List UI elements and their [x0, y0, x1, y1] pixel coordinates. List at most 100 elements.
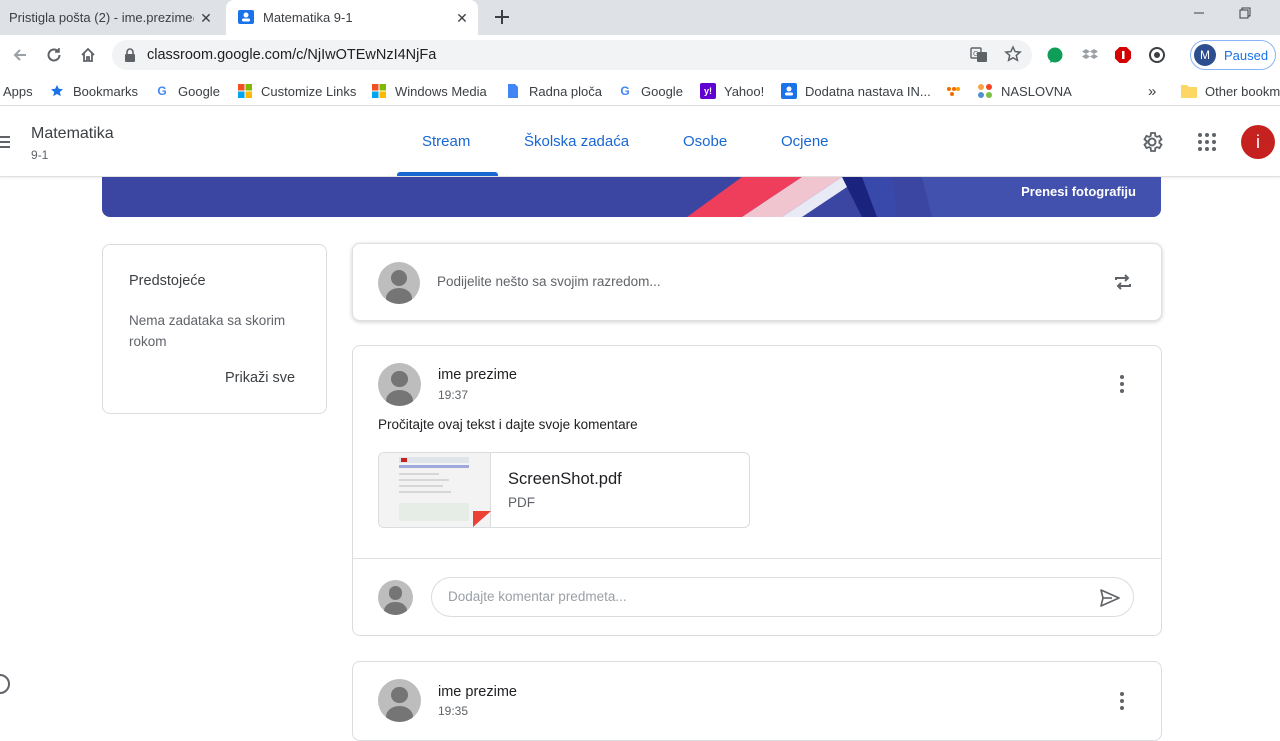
svg-text:G: G	[973, 50, 978, 58]
reload-icon[interactable]	[42, 43, 66, 67]
bookmark-label: Windows Media	[395, 83, 487, 99]
extension-green-icon[interactable]	[1045, 45, 1065, 65]
main-menu-icon[interactable]	[0, 135, 10, 149]
bookmark-yahoo[interactable]: y! Yahoo!	[700, 81, 764, 101]
tab-stream[interactable]: Stream	[422, 133, 470, 150]
bookmark-label: Apps	[3, 83, 33, 99]
bookmark-label: Other bookm	[1205, 83, 1280, 99]
windows-logo-icon	[237, 83, 253, 99]
bookmark-label: Customize Links	[261, 83, 357, 99]
share-box[interactable]: Podijelite nešto sa svojim razredom...	[352, 243, 1162, 321]
classroom-header: Matematika 9-1 Stream Školska zadaća Oso…	[0, 107, 1280, 177]
bookmarks-bar: Apps Bookmarks G Google Customize Links …	[0, 75, 1280, 106]
divider	[353, 558, 1161, 559]
home-icon[interactable]	[76, 43, 100, 67]
url-text: classroom.google.com/c/NjIwOTEwNzI4NjFa	[147, 47, 437, 63]
avatar	[378, 580, 413, 615]
tab-title: Pristigla pošta (2) - ime.prezime@	[9, 10, 194, 25]
upcoming-title: Predstojeće	[129, 273, 206, 289]
close-tab-icon[interactable]: ✕	[454, 10, 470, 26]
minimize-icon[interactable]	[1189, 6, 1209, 26]
bookmark-google-2[interactable]: G Google	[617, 81, 683, 101]
user-avatar[interactable]: i	[1241, 125, 1275, 159]
post-author: ime prezime	[438, 367, 517, 383]
new-tab-icon[interactable]	[492, 7, 512, 27]
bookmarks-overflow-icon[interactable]: »	[1148, 81, 1156, 101]
bookmark-google[interactable]: G Google	[154, 81, 220, 101]
bookmark-customize-links[interactable]: Customize Links	[237, 81, 356, 101]
adblock-icon[interactable]	[1113, 45, 1133, 65]
google-icon: G	[157, 84, 167, 98]
comment-placeholder: Dodajte komentar predmeta...	[448, 589, 627, 604]
bookmark-label: Dodatna nastava IN...	[805, 83, 931, 99]
restore-icon[interactable]	[1235, 6, 1255, 26]
post-time: 19:37	[438, 388, 469, 402]
classroom-favicon-icon	[238, 10, 254, 24]
comment-input[interactable]: Dodajte komentar predmeta...	[431, 577, 1134, 617]
banner-illustration	[687, 177, 1161, 217]
browser-toolbar: classroom.google.com/c/NjIwOTEwNzI4NjFa …	[0, 35, 1280, 75]
avatar	[378, 679, 421, 722]
bookmark-radna-ploca[interactable]: Radna ploča	[505, 81, 602, 101]
bookmark-orange[interactable]	[945, 81, 969, 101]
address-bar[interactable]: classroom.google.com/c/NjIwOTEwNzI4NjFa …	[112, 40, 1032, 70]
dropbox-icon[interactable]	[1080, 45, 1100, 65]
tab-title: Matematika 9-1	[263, 10, 353, 25]
avatar	[378, 363, 421, 406]
attachment-type: PDF	[508, 495, 535, 510]
bookmark-windows-media[interactable]: Windows Media	[371, 81, 487, 101]
stream-post: ime prezime 19:37 Pročitajte ovaj tekst …	[352, 345, 1162, 636]
bookmark-dodatna-nastava[interactable]: Dodatna nastava IN...	[781, 81, 931, 101]
upcoming-card: Predstojeće Nema zadataka sa skorim roko…	[102, 244, 327, 414]
bookmark-apps[interactable]: Apps	[3, 81, 33, 101]
browser-tab-strip: Pristigla pošta (2) - ime.prezime@ ✕ Mat…	[0, 0, 1280, 35]
history-extension-icon[interactable]	[1147, 45, 1167, 65]
folder-icon	[1181, 83, 1197, 99]
bookmark-label: Bookmarks	[73, 83, 139, 99]
attachment-card[interactable]: ScreenShot.pdf PDF	[378, 452, 750, 528]
repost-icon[interactable]	[1112, 271, 1134, 293]
profile-paused-button[interactable]: M Paused	[1190, 40, 1276, 70]
close-tab-icon[interactable]: ✕	[198, 10, 214, 26]
joomla-icon	[977, 83, 993, 99]
lock-icon	[124, 48, 136, 67]
help-icon[interactable]	[0, 674, 10, 694]
post-menu-icon[interactable]	[1110, 689, 1134, 713]
browser-tab-inbox[interactable]: Pristigla pošta (2) - ime.prezime@ ✕	[0, 0, 222, 35]
settings-gear-icon[interactable]	[1140, 130, 1164, 154]
share-placeholder: Podijelite nešto sa svojim razredom...	[437, 274, 661, 289]
bookmark-label: NASLOVNA	[1001, 83, 1072, 99]
back-icon[interactable]	[8, 43, 32, 67]
stream-post: ime prezime 19:35	[352, 661, 1162, 741]
yahoo-icon: y!	[700, 83, 716, 99]
send-icon[interactable]	[1099, 587, 1121, 609]
bookmark-naslovna[interactable]: NASLOVNA	[977, 81, 1072, 101]
tab-skolska-zadaca[interactable]: Školska zadaća	[524, 133, 629, 150]
upload-photo-button[interactable]: Prenesi fotografiju	[1021, 184, 1136, 199]
translate-icon[interactable]: G	[970, 46, 988, 69]
course-section: 9-1	[31, 148, 49, 162]
bookmark-star-icon[interactable]	[1004, 45, 1022, 68]
dots-logo-icon	[945, 83, 961, 99]
attachment-name: ScreenShot.pdf	[508, 470, 622, 488]
file-icon	[505, 83, 521, 99]
course-title[interactable]: Matematika	[31, 125, 114, 143]
bookmark-other[interactable]: Other bookm	[1181, 81, 1280, 101]
profile-avatar: M	[1194, 44, 1216, 66]
bookmark-label: Yahoo!	[724, 83, 765, 99]
tab-ocjene[interactable]: Ocjene	[781, 133, 829, 150]
post-author: ime prezime	[438, 684, 517, 700]
post-menu-icon[interactable]	[1110, 372, 1134, 396]
browser-tab-matematika[interactable]: Matematika 9-1 ✕	[226, 0, 478, 35]
post-time: 19:35	[438, 704, 469, 718]
windows-logo-icon	[371, 83, 387, 99]
profile-status: Paused	[1224, 48, 1269, 63]
view-all-link[interactable]: Prikaži sve	[225, 370, 295, 386]
post-text: Pročitajte ovaj tekst i dajte svoje kome…	[378, 417, 638, 432]
bookmark-bookmarks[interactable]: Bookmarks	[49, 81, 138, 101]
tab-osobe[interactable]: Osobe	[683, 133, 727, 150]
apps-grid-icon[interactable]	[1197, 132, 1217, 152]
attachment-thumbnail	[379, 453, 491, 527]
classroom-icon	[781, 83, 797, 99]
active-tab-indicator	[397, 172, 498, 176]
